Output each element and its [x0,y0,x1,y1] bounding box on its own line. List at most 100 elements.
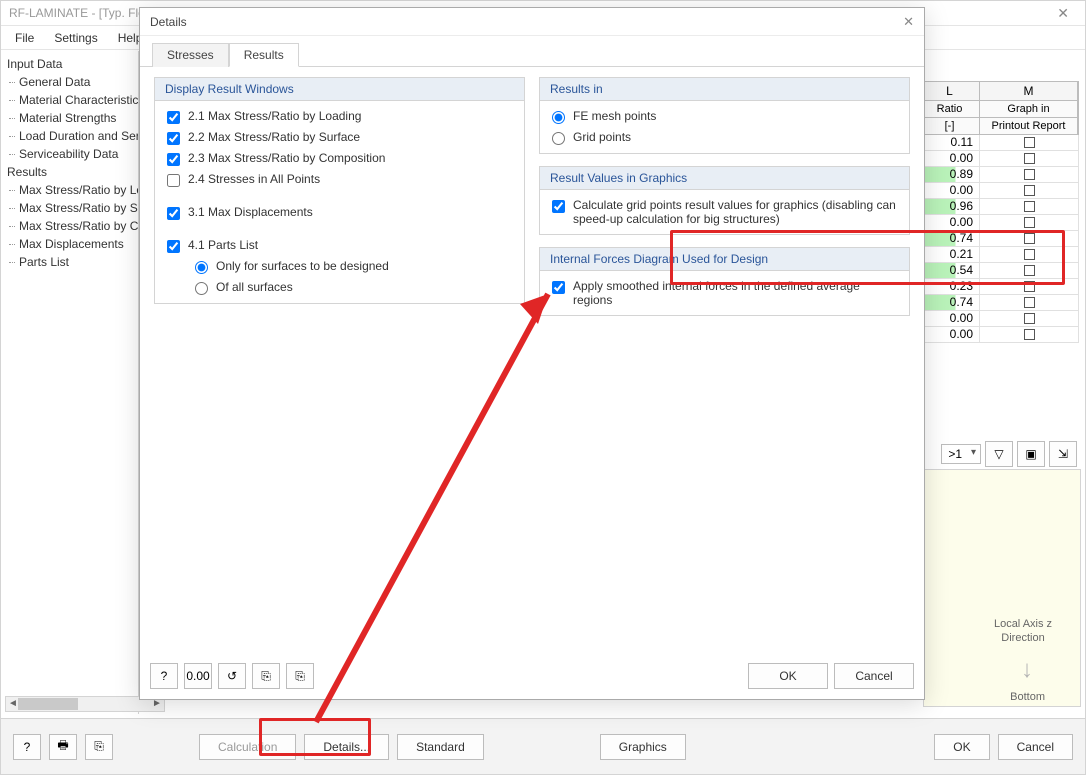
export-report-icon[interactable]: ⎘ [85,734,113,760]
ratio-cell: 0.00 [920,327,980,342]
nav-item-material-characteristics[interactable]: Material Characteristics [1,91,138,109]
standard-button[interactable]: Standard [397,734,484,760]
table-row[interactable]: 0.23 [919,279,1079,295]
radio-grid-points[interactable]: Grid points [552,130,897,145]
nav-item-load-duration[interactable]: Load Duration and Serv [1,127,138,145]
ratio-cell: 0.00 [920,151,980,166]
checkbox-cell[interactable] [980,295,1078,310]
radio-fe-mesh[interactable]: FE mesh points [552,109,897,124]
group-display-windows: Display Result Windows 2.1 Max Stress/Ra… [154,77,525,304]
dlg-precision-icon[interactable]: 0.00 [184,663,212,689]
nav-item-max-displacements[interactable]: Max Displacements [1,235,138,253]
tab-stresses[interactable]: Stresses [152,43,229,67]
chk-23[interactable]: 2.3 Max Stress/Ratio by Composition [167,151,512,166]
checkbox-cell[interactable] [980,167,1078,182]
chk-41[interactable]: 4.1 Parts List [167,238,512,253]
dlg-help-icon[interactable]: ? [150,663,178,689]
ratio-cell: 0.23 [920,279,980,294]
table-row[interactable]: 0.21 [919,247,1079,263]
table-row[interactable]: 0.00 [919,151,1079,167]
details-button[interactable]: Details... [304,734,389,760]
cancel-button[interactable]: Cancel [998,734,1073,760]
menu-file[interactable]: File [7,29,42,47]
dlg-reset-icon[interactable]: ↺ [218,663,246,689]
ratio-cell: 0.54 [920,263,980,278]
window-close-icon[interactable]: ✕ [1049,5,1077,22]
ratio-cell: 0.00 [920,183,980,198]
results-table: L M Ratio Graph in [-] Printout Report 0… [919,81,1079,343]
bottom-bar: ? 🖶 ⎘ Calculation Details... Standard Gr… [1,718,1085,774]
menu-settings[interactable]: Settings [46,29,105,47]
checkbox-cell[interactable] [980,151,1078,166]
nav-tree: Input Data General Data Material Charact… [1,51,139,714]
table-row[interactable]: 0.00 [919,183,1079,199]
group-result-values: Result Values in Graphics Calculate grid… [539,166,910,235]
table-row[interactable]: 0.74 [919,295,1079,311]
dialog-tabs: Stresses Results [140,36,924,67]
chart-icon[interactable]: ▣ [1017,441,1045,467]
checkbox-cell[interactable] [980,263,1078,278]
dlg-copy2-icon[interactable]: ⎘ [286,663,314,689]
ratio-cell: 0.21 [920,247,980,262]
group-result-values-title: Result Values in Graphics [540,167,909,190]
checkbox-cell[interactable] [980,199,1078,214]
nav-item-material-strengths[interactable]: Material Strengths [1,109,138,127]
table-row[interactable]: 0.00 [919,311,1079,327]
radio-all-surfaces[interactable]: Of all surfaces [195,280,512,295]
checkbox-cell[interactable] [980,311,1078,326]
filter-icon[interactable]: ▽ [985,441,1013,467]
nav-item-max-surface[interactable]: Max Stress/Ratio by Su [1,199,138,217]
table-row[interactable]: 0.00 [919,327,1079,343]
col-l: L [920,82,980,100]
calculation-button[interactable]: Calculation [199,734,296,760]
nav-item-max-loading[interactable]: Max Stress/Ratio by Lo [1,181,138,199]
graphics-button[interactable]: Graphics [600,734,686,760]
checkbox-cell[interactable] [980,215,1078,230]
checkbox-cell[interactable] [980,135,1078,150]
filter-select[interactable]: >1 [941,444,981,464]
checkbox-cell[interactable] [980,327,1078,342]
chk-22[interactable]: 2.2 Max Stress/Ratio by Surface [167,130,512,145]
tab-results[interactable]: Results [229,43,299,67]
checkbox-cell[interactable] [980,279,1078,294]
export-icon[interactable]: ⇲ [1049,441,1077,467]
checkbox-cell[interactable] [980,183,1078,198]
scroll-thumb[interactable] [18,698,78,710]
group-results-in-title: Results in [540,78,909,101]
dlg-cancel-button[interactable]: Cancel [834,663,914,689]
nav-group-input[interactable]: Input Data [1,55,138,73]
print-icon[interactable]: 🖶 [49,734,77,760]
checkbox-cell[interactable] [980,247,1078,262]
table-row[interactable]: 0.11 [919,135,1079,151]
ratio-cell: 0.89 [920,167,980,182]
nav-item-parts-list[interactable]: Parts List [1,253,138,271]
nav-group-results[interactable]: Results [1,163,138,181]
nav-item-serviceability[interactable]: Serviceability Data [1,145,138,163]
help-icon[interactable]: ? [13,734,41,760]
dlg-copy1-icon[interactable]: ⎘ [252,663,280,689]
chk-21[interactable]: 2.1 Max Stress/Ratio by Loading [167,109,512,124]
chk-calc-grid[interactable]: Calculate grid points result values for … [552,198,897,226]
nav-item-general-data[interactable]: General Data [1,73,138,91]
filter-toolbar: >1 ▽ ▣ ⇲ [941,441,1077,467]
col-ratio-unit: [-] [920,118,980,134]
ratio-cell: 0.96 [920,199,980,214]
table-row[interactable]: 0.89 [919,167,1079,183]
radio-only-surfaces[interactable]: Only for surfaces to be designed [195,259,512,274]
chk-24[interactable]: 2.4 Stresses in All Points [167,172,512,187]
nav-item-max-composition[interactable]: Max Stress/Ratio by Co [1,217,138,235]
dlg-ok-button[interactable]: OK [748,663,828,689]
chk-smoothed-forces[interactable]: Apply smoothed internal forces in the de… [552,279,897,307]
table-row[interactable]: 0.54 [919,263,1079,279]
ratio-cell: 0.00 [920,311,980,326]
ok-button[interactable]: OK [934,734,989,760]
table-row[interactable]: 0.96 [919,199,1079,215]
ratio-cell: 0.74 [920,231,980,246]
preview-panel [923,469,1081,707]
dialog-close-icon[interactable]: ✕ [903,14,914,30]
table-row[interactable]: 0.00 [919,215,1079,231]
chk-31[interactable]: 3.1 Max Displacements [167,205,512,220]
checkbox-cell[interactable] [980,231,1078,246]
table-row[interactable]: 0.74 [919,231,1079,247]
group-internal-forces: Internal Forces Diagram Used for Design … [539,247,910,316]
